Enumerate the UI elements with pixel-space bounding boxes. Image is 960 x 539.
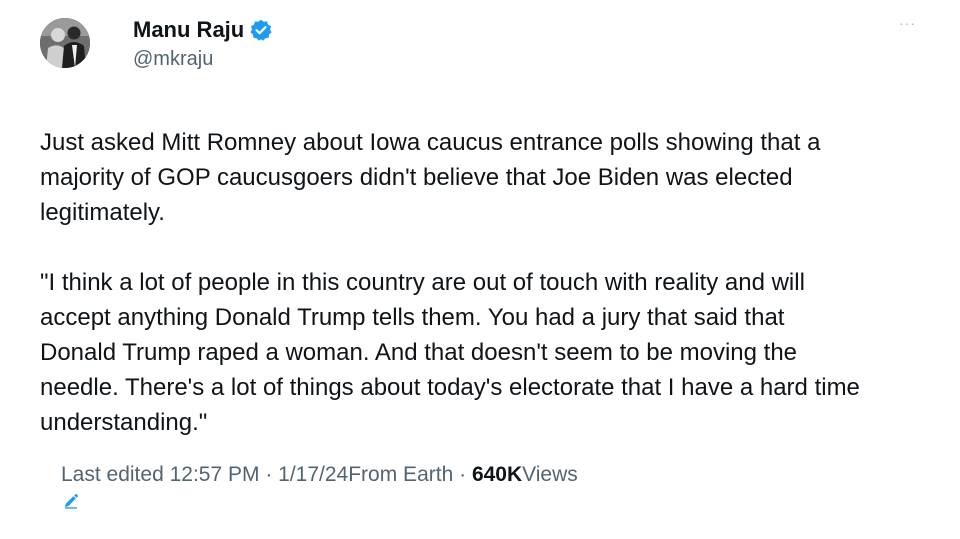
pencil-icon (40, 467, 79, 509)
tweet-paragraph: Just asked Mitt Romney about Iowa caucus… (40, 129, 821, 226)
more-options-button[interactable]: ··· (899, 16, 916, 30)
profile-photo (40, 18, 90, 68)
meta-separator: · (453, 463, 472, 486)
tweet-author: Manu Raju @mkraju (133, 13, 272, 71)
meta-separator: · (259, 463, 279, 486)
user-handle[interactable]: @mkraju (133, 48, 272, 71)
tweet-date[interactable]: 1/17/24 (278, 463, 348, 487)
avatar[interactable] (40, 18, 90, 68)
tweet-paragraph: "I think a lot of people in this country… (40, 269, 860, 436)
edited-label: Last edited (61, 463, 164, 486)
tweet-text: Just asked Mitt Romney about Iowa caucus… (40, 125, 920, 440)
tweet-location: From Earth (348, 463, 454, 486)
views-count[interactable]: 640K (472, 463, 522, 487)
verified-badge-icon (250, 19, 272, 41)
views-label: Views (522, 463, 578, 486)
edited-link[interactable]: Last edited 12:57 PM (61, 463, 259, 487)
edited-time: 12:57 PM (169, 463, 260, 486)
tweet-metadata: Last edited 12:57 PM · 1/17/24 From Eart… (40, 463, 578, 509)
display-name[interactable]: Manu Raju (133, 17, 244, 43)
